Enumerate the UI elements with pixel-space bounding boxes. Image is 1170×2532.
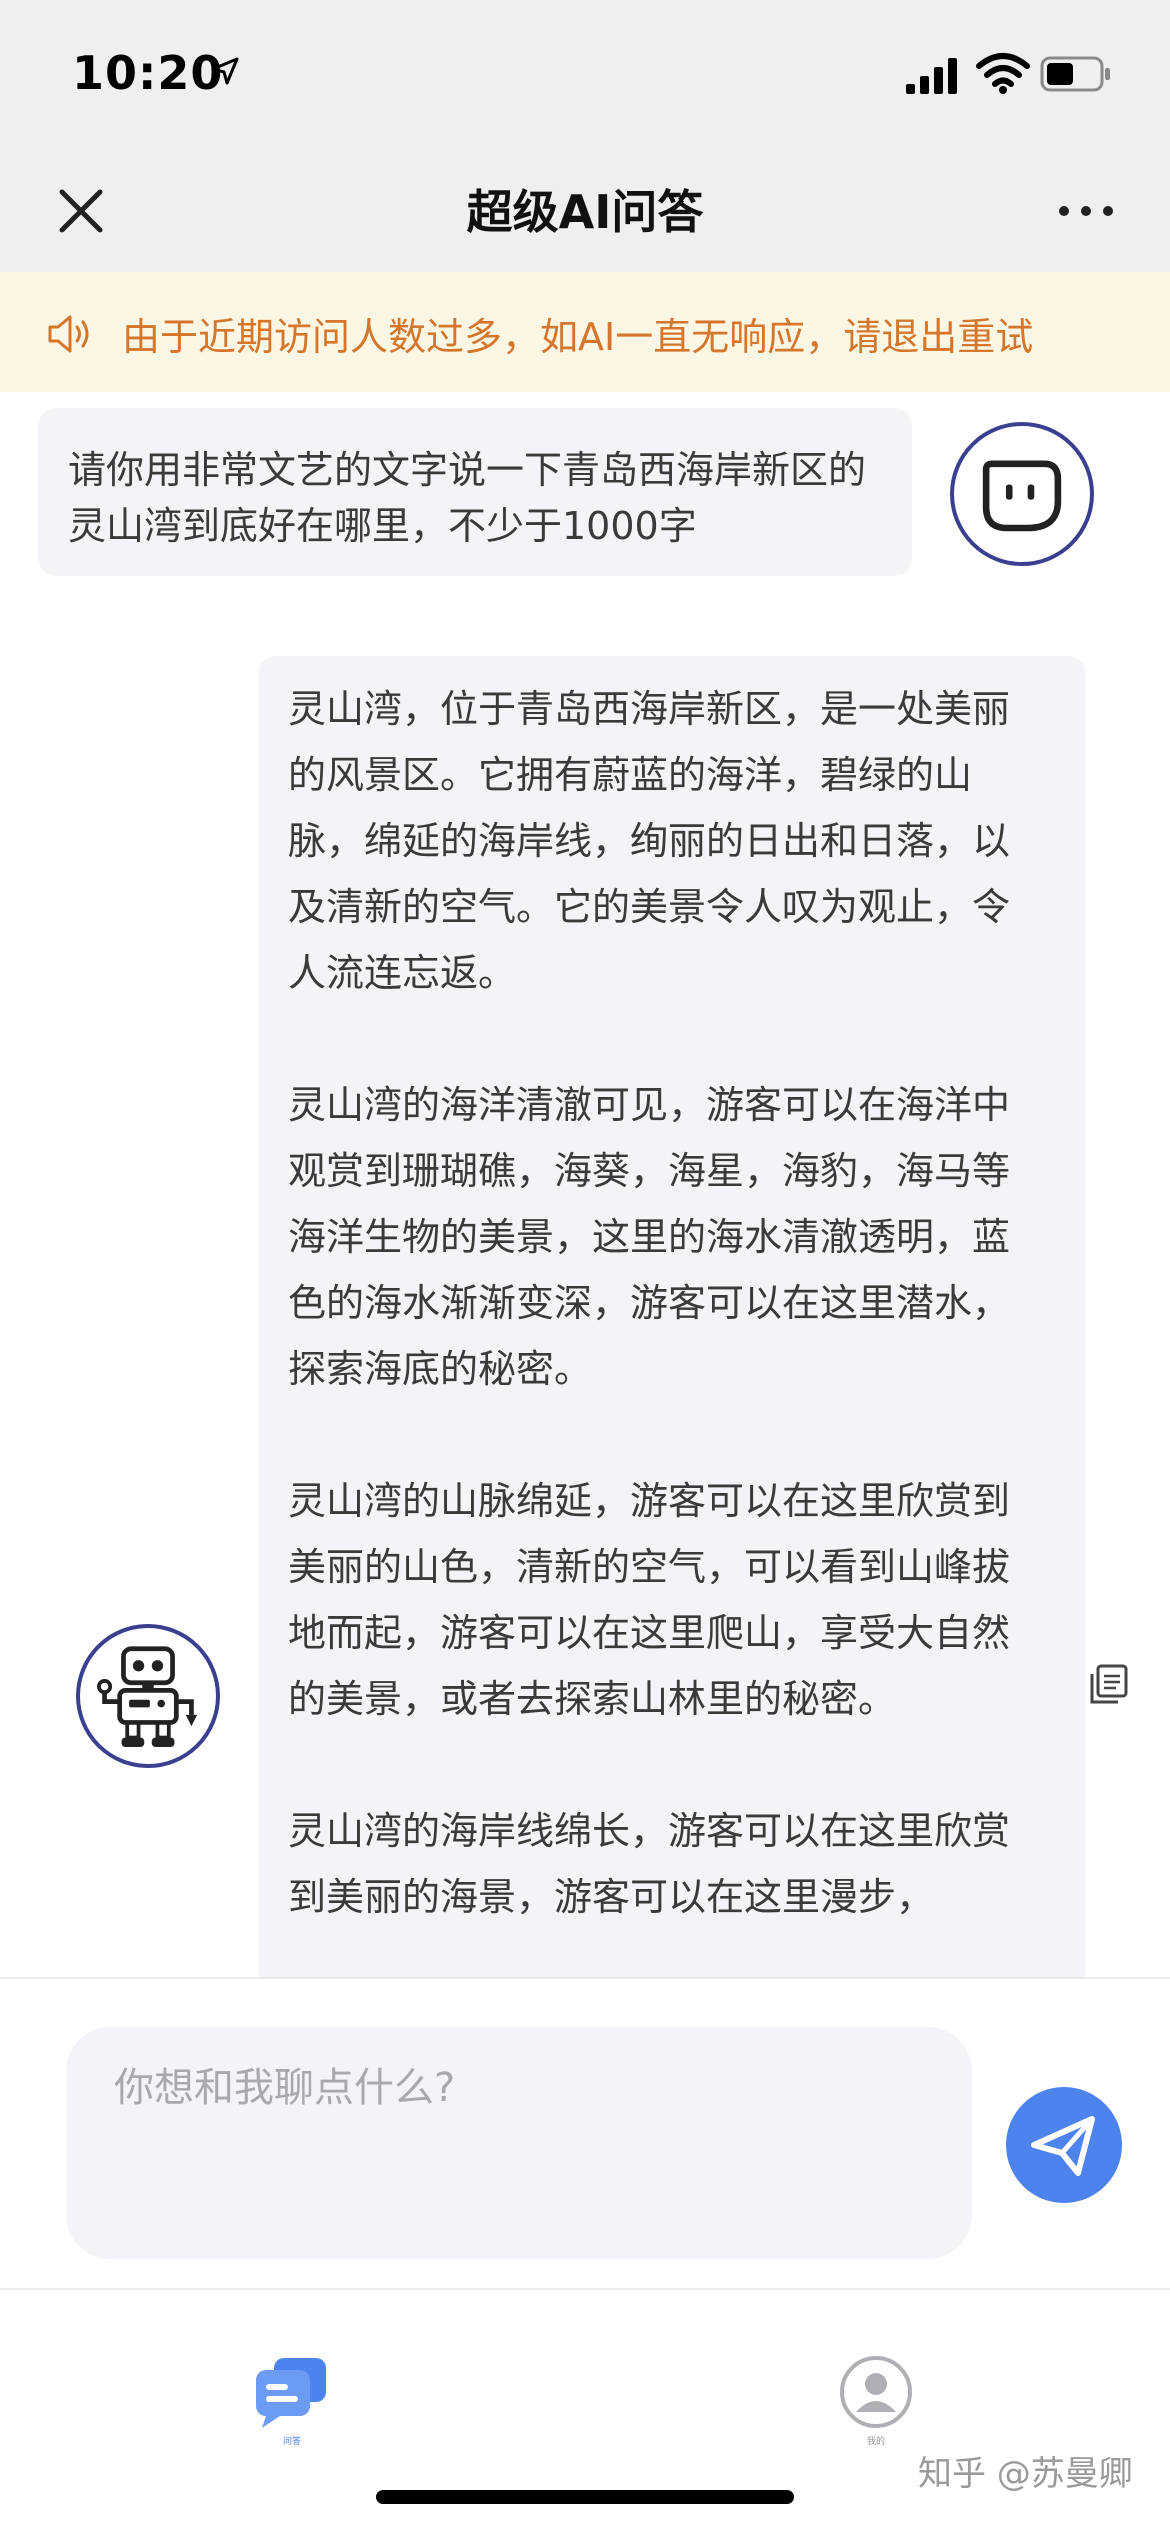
top-area: 10:20 超级AI问答 xyxy=(0,0,1170,272)
status-bar: 10:20 xyxy=(0,0,1170,150)
more-options-button[interactable] xyxy=(1050,186,1130,236)
notice-banner: 由于近期访问人数过多，如AI一直无响应，请退出重试 xyxy=(0,272,1170,392)
cellular-signal-icon xyxy=(906,58,957,94)
wifi-icon xyxy=(976,53,1030,94)
tab-chat-icon[interactable] xyxy=(252,2352,332,2432)
copy-icon[interactable] xyxy=(1086,1662,1130,1706)
notice-text: 由于近期访问人数过多，如AI一直无响应，请退出重试 xyxy=(122,315,1034,359)
paper-plane-icon xyxy=(1031,2116,1095,2176)
tab-bar: 问答 我的 知乎 @苏曼卿 xyxy=(0,2290,1170,2532)
page-title: 超级AI问答 xyxy=(466,185,704,239)
ai-message-paragraph: 灵山湾的海洋清澈可见，游客可以在海洋中观赏到珊瑚礁，海葵，海星，海豹，海马等海洋… xyxy=(288,1083,1011,1391)
user-avatar xyxy=(950,422,1094,566)
home-indicator[interactable] xyxy=(376,2490,794,2504)
ai-message-bubble: 灵山湾，位于青岛西海岸新区，是一处美丽的风景区。它拥有蔚蓝的海洋，碧绿的山脉，绵… xyxy=(258,656,1086,1977)
battery-icon xyxy=(1040,56,1110,92)
ai-message-paragraph: 灵山湾，位于青岛西海岸新区，是一处美丽的风景区。它拥有蔚蓝的海洋，碧绿的山脉，绵… xyxy=(288,687,1011,995)
user-message-bubble: 请你用非常文艺的文字说一下青岛西海岸新区的灵山湾到底好在哪里，不少于1000字 xyxy=(38,408,912,576)
tab-profile-label: 我的 xyxy=(866,2437,885,2447)
ai-message-paragraph: 灵山湾的山脉绵延，游客可以在这里欣赏到美丽的山色，清新的空气，可以看到山峰拔地而… xyxy=(288,1479,1011,1721)
tab-chat-label: 问答 xyxy=(282,2437,301,2447)
status-time: 10:20 xyxy=(72,46,224,100)
speaker-icon xyxy=(48,315,89,353)
header: 超级AI问答 xyxy=(0,150,1170,272)
tab-profile-icon[interactable] xyxy=(838,2354,914,2430)
send-button[interactable] xyxy=(1006,2087,1122,2203)
message-input[interactable]: 你想和我聊点什么? xyxy=(66,2027,972,2259)
user-message-text: 请你用非常文艺的文字说一下青岛西海岸新区的灵山湾到底好在哪里，不少于1000字 xyxy=(68,448,867,548)
ai-message-paragraph: 灵山湾的海岸线绵长，游客可以在这里欣赏到美丽的海景，游客可以在这里漫步， xyxy=(288,1809,1011,1919)
chat-area[interactable]: 请你用非常文艺的文字说一下青岛西海岸新区的灵山湾到底好在哪里，不少于1000字 … xyxy=(0,392,1170,1977)
watermark: 知乎 @苏曼卿 xyxy=(918,2454,1133,2494)
input-area: 你想和我聊点什么? xyxy=(0,1977,1170,2290)
location-arrow-icon xyxy=(211,57,239,85)
robot-avatar-icon xyxy=(76,1624,220,1768)
